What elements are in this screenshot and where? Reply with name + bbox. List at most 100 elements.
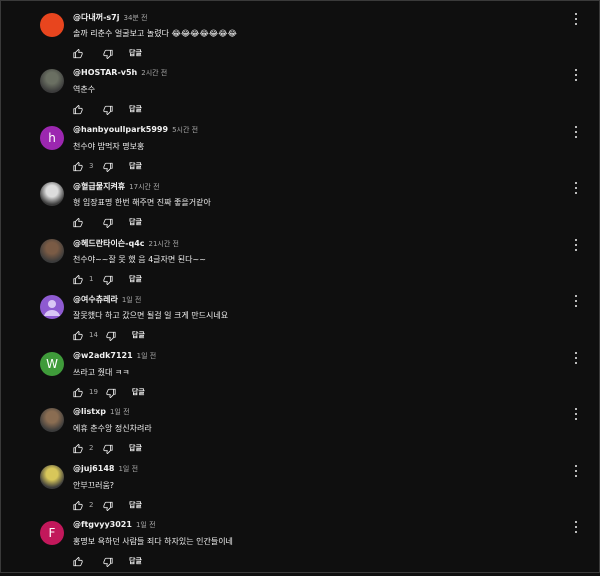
thumbs-down-icon [106,388,116,398]
thumbs-up-icon [73,443,83,453]
avatar[interactable] [40,465,64,489]
like-button[interactable] [73,213,83,232]
menu-dot [575,74,577,76]
menu-dot [575,526,577,528]
thumbs-down-icon [106,331,116,341]
avatar[interactable] [40,182,64,206]
reply-button[interactable]: 답글 [132,387,145,397]
comment-author[interactable]: @hanbyoullpark5999 [73,125,168,134]
comment-text: 천수야 밥먹자 명보홍 [73,142,145,151]
comment-author[interactable]: @혈급물지켜휴 [73,181,125,192]
reply-button[interactable]: 답글 [129,104,142,114]
comment-timestamp[interactable]: 2시간 전 [141,68,167,78]
more-options-icon[interactable] [572,12,580,26]
comment-header: @HOSTAR-v5h 2시간 전 [73,68,167,82]
thumbs-up-icon [73,387,83,397]
avatar[interactable] [40,408,64,432]
menu-dot [575,521,577,523]
reply-button[interactable]: 답글 [129,556,142,566]
comment-author[interactable]: @헤드란타이슨-q4c [73,238,145,249]
avatar[interactable]: W [40,352,64,376]
comment-text: 솔까 리춘수 얼굴보고 놀렸다 😂😂😂😂😂😂😂 [73,29,237,38]
dislike-button[interactable] [103,552,113,571]
reply-button[interactable]: 답글 [129,161,142,171]
more-options-icon[interactable] [572,464,580,478]
comment-timestamp[interactable]: 1일 전 [136,520,156,530]
like-count: 14 [89,331,98,339]
comment-item: @헤드란타이슨-q4c 21시간 전 천수야~~잘 못 했 음 4글자면 된다~~ 1… [40,238,577,294]
comment-timestamp[interactable]: 5시간 전 [172,125,198,135]
reply-button[interactable]: 답글 [129,48,142,58]
more-options-icon[interactable] [572,181,580,195]
comment-timestamp[interactable]: 1일 전 [137,351,157,361]
dislike-button[interactable] [103,44,113,63]
like-button[interactable] [73,496,83,515]
comment-actions: 답글 [73,46,142,60]
dislike-button[interactable] [103,157,113,176]
avatar[interactable]: h [40,126,64,150]
comment-timestamp[interactable]: 1일 전 [110,407,130,417]
comment-author[interactable]: @HOSTAR-v5h [73,68,137,77]
more-options-icon[interactable] [572,238,580,252]
comment-actions: 답글 [73,215,142,229]
like-button[interactable] [73,157,83,176]
avatar[interactable] [40,295,64,319]
more-options-icon[interactable] [572,351,580,365]
avatar[interactable] [40,239,64,263]
like-button[interactable] [73,100,83,119]
comment-author[interactable]: @w2adk7121 [73,351,133,360]
reply-button[interactable]: 답글 [129,274,142,284]
dislike-button[interactable] [106,326,116,345]
thumbs-down-icon [103,501,113,511]
dislike-button[interactable] [103,496,113,515]
like-button[interactable] [73,270,83,289]
dislike-button[interactable] [103,100,113,119]
comment-author[interactable]: @listxp [73,407,106,416]
menu-dot [575,136,577,138]
reply-button[interactable]: 답글 [129,500,142,510]
comment-timestamp[interactable]: 1일 전 [122,295,142,305]
avatar[interactable] [40,69,64,93]
comment-header: @w2adk7121 1일 전 [73,351,156,365]
thumbs-up-icon [73,330,83,340]
avatar[interactable] [40,13,64,37]
comment-header: @listxp 1일 전 [73,407,130,421]
like-button[interactable] [73,44,83,63]
reply-button[interactable]: 답글 [129,443,142,453]
comment-author[interactable]: @여수츄레라 [73,294,118,305]
menu-dot [575,249,577,251]
comment-timestamp[interactable]: 34분 전 [123,13,147,23]
dislike-button[interactable] [103,213,113,232]
dislike-button[interactable] [103,270,113,289]
comment-actions: 19 답글 [73,385,145,399]
more-options-icon[interactable] [572,407,580,421]
more-options-icon[interactable] [572,68,580,82]
dislike-button[interactable] [103,439,113,458]
comment-text: 안부끄러움? [73,481,115,490]
like-button[interactable] [73,383,83,402]
avatar[interactable]: F [40,521,64,545]
comment-item: W @w2adk7121 1일 전 쓰라고 줬대 ㅋㅋ 19 답글 [40,351,577,407]
reply-button[interactable]: 답글 [129,217,142,227]
comment-author[interactable]: @ftgvyy3021 [73,520,132,529]
more-options-icon[interactable] [572,125,580,139]
dislike-button[interactable] [106,383,116,402]
comment-author[interactable]: @다내꺼-s7j [73,12,119,23]
comment-author[interactable]: @juj6148 [73,464,114,473]
comment-item: @다내꺼-s7j 34분 전솔까 리춘수 얼굴보고 놀렸다 😂😂😂😂😂😂😂 답글 [40,12,577,68]
comment-timestamp[interactable]: 21시간 전 [149,239,179,249]
thumbs-up-icon [73,161,83,171]
like-button[interactable] [73,326,83,345]
comment-timestamp[interactable]: 1일 전 [118,464,138,474]
reply-button[interactable]: 답글 [132,330,145,340]
like-button[interactable] [73,552,83,571]
like-button[interactable] [73,439,83,458]
thumbs-down-icon [103,444,113,454]
menu-dot [575,126,577,128]
menu-dot [575,418,577,420]
more-options-icon[interactable] [572,520,580,534]
more-options-icon[interactable] [572,294,580,308]
person-icon [44,300,60,316]
comment-timestamp[interactable]: 17시간 전 [129,182,159,192]
like-count: 1 [89,275,94,283]
